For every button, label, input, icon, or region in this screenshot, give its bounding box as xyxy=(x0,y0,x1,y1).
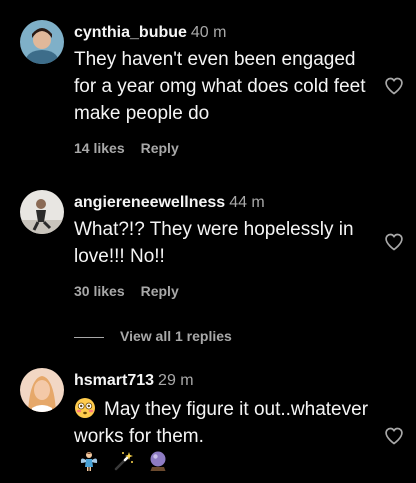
likes-count[interactable]: 14 likes xyxy=(74,140,125,156)
emoji-row xyxy=(78,450,177,472)
comment-text: They haven't even been engaged for a yea… xyxy=(74,49,366,124)
crystal-ball-icon xyxy=(150,451,166,471)
avatar[interactable] xyxy=(20,190,64,234)
comment-header: hsmart713 29 m xyxy=(74,372,194,390)
comment-actions: 30 likes Reply xyxy=(74,283,179,299)
timestamp: 44 m xyxy=(229,194,265,211)
username[interactable]: cynthia_bubue xyxy=(74,24,187,41)
comment-text: May they figure it out..whatever works f… xyxy=(74,396,379,450)
avatar[interactable] xyxy=(20,368,64,412)
fairy-icon xyxy=(80,452,98,471)
magic-wand-icon xyxy=(115,452,134,471)
reply-button[interactable]: Reply xyxy=(141,283,179,299)
heart-icon[interactable] xyxy=(384,232,404,252)
comment-header: angiereneewellness 44 m xyxy=(74,194,265,212)
timestamp: 29 m xyxy=(158,372,194,389)
avatar[interactable] xyxy=(20,20,64,64)
reply-button[interactable]: Reply xyxy=(141,140,179,156)
replies-divider xyxy=(74,336,104,338)
username[interactable]: angiereneewellness xyxy=(74,194,225,211)
comment-actions: 14 likes Reply xyxy=(74,140,179,156)
timestamp: 40 m xyxy=(190,24,227,41)
view-replies-label[interactable]: View all 1 replies xyxy=(120,328,232,344)
likes-count[interactable]: 30 likes xyxy=(74,283,125,299)
heart-icon[interactable] xyxy=(384,76,404,96)
username[interactable]: hsmart713 xyxy=(74,372,154,389)
heart-icon[interactable] xyxy=(384,426,404,446)
comment-text: What?!? They were hopelessly in love!!! … xyxy=(74,219,354,267)
comment-header: cynthia_bubue 40 m xyxy=(74,24,226,42)
comment-text-content: May they figure it out..whatever works f… xyxy=(74,399,369,447)
view-replies-button[interactable]: View all 1 replies xyxy=(74,328,232,344)
flushed-face-icon xyxy=(75,398,95,418)
